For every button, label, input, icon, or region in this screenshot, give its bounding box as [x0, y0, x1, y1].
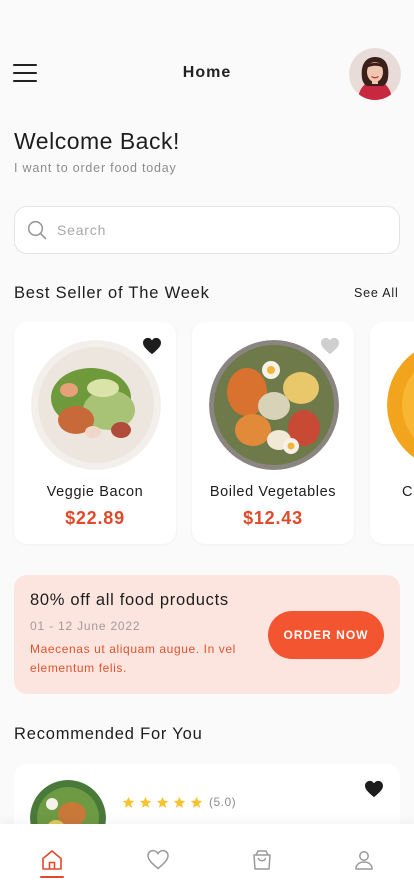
- best-seller-heading: Best Seller of The Week: [14, 284, 210, 302]
- favorite-heart-icon[interactable]: [320, 337, 340, 355]
- promo-description: Maecenas ut aliquam augue. In vel elemen…: [30, 642, 236, 675]
- search-input[interactable]: [57, 207, 377, 253]
- best-seller-carousel[interactable]: Veggie Bacon $22.89 Boiled Vegetables $1…: [0, 322, 414, 546]
- food-price: $22.89: [65, 508, 125, 528]
- heart-icon: [147, 849, 169, 870]
- order-now-button[interactable]: ORDER NOW: [268, 611, 384, 659]
- food-image: [209, 340, 339, 470]
- profile-icon: [355, 851, 373, 870]
- favorite-heart-icon[interactable]: [364, 780, 384, 798]
- star-icon: [156, 796, 169, 808]
- user-avatar[interactable]: [349, 48, 401, 100]
- food-name: Veggie Bacon: [46, 484, 144, 500]
- welcome-subtitle: I want to order food today: [14, 161, 177, 175]
- food-card[interactable]: Boiled Vegetables $12.43: [192, 322, 354, 544]
- bottom-tab-bar: [0, 824, 414, 896]
- star-icon: [122, 796, 135, 808]
- home-icon: [42, 850, 62, 870]
- food-price: $12.43: [243, 508, 303, 528]
- promo-date: 01 - 12 June 2022: [30, 619, 141, 633]
- food-card[interactable]: Veggie Bacon $22.89: [14, 322, 176, 544]
- food-image: [31, 340, 161, 470]
- recommended-heading: Recommended For You: [14, 725, 203, 743]
- favorite-heart-icon[interactable]: [142, 337, 162, 355]
- food-name: C: [402, 484, 414, 500]
- active-tab-indicator: [40, 876, 64, 878]
- tab-favorites[interactable]: [146, 848, 170, 876]
- star-icon: [173, 796, 186, 808]
- tab-profile[interactable]: [352, 848, 376, 876]
- welcome-heading: Welcome Back!: [14, 128, 180, 154]
- promo-banner: 80% off all food products 01 - 12 June 2…: [14, 575, 400, 694]
- app-header: Home: [0, 44, 414, 102]
- bag-icon: [253, 850, 271, 870]
- star-rating: (5.0): [122, 795, 236, 809]
- star-icon: [190, 796, 203, 808]
- promo-title: 80% off all food products: [30, 591, 229, 609]
- food-name: Boiled Vegetables: [209, 484, 337, 500]
- star-icon: [139, 796, 152, 808]
- food-image: [387, 340, 414, 470]
- search-icon: [27, 220, 47, 240]
- rating-value: (5.0): [209, 795, 237, 809]
- tab-bag[interactable]: [250, 848, 274, 876]
- tab-home[interactable]: [40, 848, 64, 878]
- avatar-image: [349, 48, 401, 100]
- see-all-link[interactable]: See All: [354, 286, 399, 300]
- food-card[interactable]: C: [370, 322, 414, 544]
- search-bar[interactable]: [14, 206, 400, 254]
